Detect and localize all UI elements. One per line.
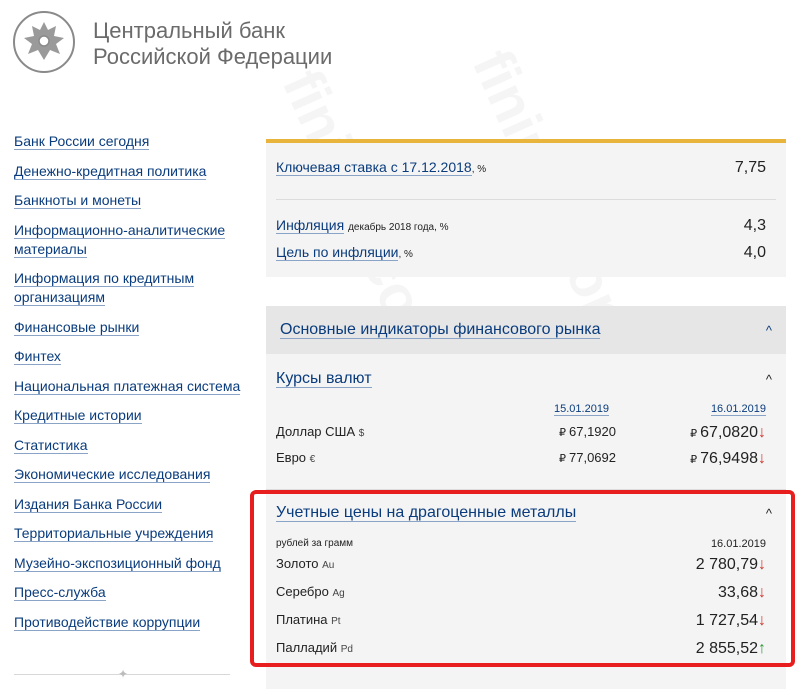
currency-row-usd: Доллар США $ ₽67,1920 ₽67,0820↓ — [276, 424, 766, 444]
inflation-target-value: 4,0 — [743, 244, 766, 261]
chevron-up-icon[interactable]: ^ — [766, 372, 772, 387]
ruble-icon: ₽ — [559, 427, 566, 439]
highlight-box — [250, 490, 795, 667]
bank-name-line1: Центральный банк — [93, 18, 285, 43]
currency-date-prev[interactable]: 15.01.2019 — [554, 403, 610, 416]
key-rates-panel: Ключевая ставка с 17.12.2018, % 7,75 Инф… — [266, 139, 786, 277]
key-rate-row: Ключевая ставка с 17.12.2018, % 7,75 — [276, 159, 766, 181]
ruble-icon: ₽ — [559, 453, 566, 465]
key-rate-unit: , % — [471, 164, 487, 175]
key-rate-link[interactable]: Ключевая ставка с 17.12.2018 — [276, 159, 472, 176]
nav-economic-research[interactable]: Экономические исследования — [14, 465, 244, 484]
nav-anti-corruption[interactable]: Противодействие коррупции — [14, 613, 244, 632]
currency-prev-value: ₽67,1920 — [559, 424, 616, 439]
market-indicators-title[interactable]: Основные индикаторы финансового рынка — [280, 321, 601, 339]
inflation-link[interactable]: Инфляция — [276, 217, 345, 234]
inflation-row: Инфляция декабрь 2018 года, % 4,3 — [276, 217, 766, 239]
ruble-icon: ₽ — [690, 454, 698, 466]
market-indicators-header[interactable]: Основные индикаторы финансового рынка ^ — [266, 306, 786, 354]
nav-financial-markets[interactable]: Финансовые рынки — [14, 318, 244, 337]
chevron-up-icon[interactable]: ^ — [766, 323, 772, 338]
inflation-target-link[interactable]: Цель по инфляции — [276, 244, 399, 261]
bank-name[interactable]: Центральный банк Российской Федерации — [93, 18, 332, 70]
currency-rates-section: Курсы валют ^ 15.01.2019 16.01.2019 Долл… — [266, 354, 786, 489]
cbr-eagle-logo-icon — [13, 11, 75, 73]
nav-credit-institutions[interactable]: Информация по кредитным организациям — [14, 269, 244, 307]
nav-payment-system[interactable]: Национальная платежная система — [14, 377, 244, 396]
currency-name: Евро — [276, 450, 307, 465]
inflation-note: декабрь 2018 года, % — [348, 222, 449, 233]
nav-museum-fund[interactable]: Музейно-экспозиционный фонд — [14, 554, 244, 573]
rates-divider — [276, 199, 776, 200]
currency-current-value: ₽67,0820↓ — [690, 424, 766, 441]
nav-bank-today[interactable]: Банк России сегодня — [14, 132, 244, 151]
nav-territorial-offices[interactable]: Территориальные учреждения — [14, 524, 244, 543]
currency-name: Доллар США — [276, 424, 356, 439]
currency-prev-value: ₽77,0692 — [559, 450, 616, 465]
ruble-icon: ₽ — [690, 428, 698, 440]
divider-ornament-icon: ✦ — [118, 667, 129, 681]
currency-symbol: $ — [358, 428, 365, 439]
nav-monetary-policy[interactable]: Денежно-кредитная политика — [14, 162, 244, 181]
currency-current-value: ₽76,9498↓ — [690, 450, 766, 467]
nav-fintech[interactable]: Финтех — [14, 347, 244, 366]
inflation-target-row: Цель по инфляции, % 4,0 — [276, 244, 766, 266]
nav-publications[interactable]: Издания Банка России — [14, 495, 244, 514]
currency-rates-title[interactable]: Курсы валют — [276, 370, 372, 388]
key-rate-value: 7,75 — [734, 159, 766, 176]
bank-name-line2: Российской Федерации — [93, 44, 333, 69]
inflation-value: 4,3 — [743, 217, 766, 234]
sidebar-nav: Банк России сегодня Денежно-кредитная по… — [14, 132, 244, 642]
nav-credit-histories[interactable]: Кредитные истории — [14, 406, 244, 425]
currency-date-current[interactable]: 16.01.2019 — [710, 403, 766, 416]
currency-symbol: € — [309, 454, 316, 465]
nav-analytics[interactable]: Информационно-аналитические материалы — [14, 221, 244, 259]
inflation-target-unit: , % — [398, 249, 413, 260]
nav-banknotes-coins[interactable]: Банкноты и монеты — [14, 191, 244, 210]
arrow-down-icon: ↓ — [758, 424, 766, 441]
nav-press-service[interactable]: Пресс-служба — [14, 583, 244, 602]
currency-row-eur: Евро € ₽77,0692 ₽76,9498↓ — [276, 450, 766, 470]
arrow-down-icon: ↓ — [758, 450, 766, 467]
nav-statistics[interactable]: Статистика — [14, 436, 244, 455]
